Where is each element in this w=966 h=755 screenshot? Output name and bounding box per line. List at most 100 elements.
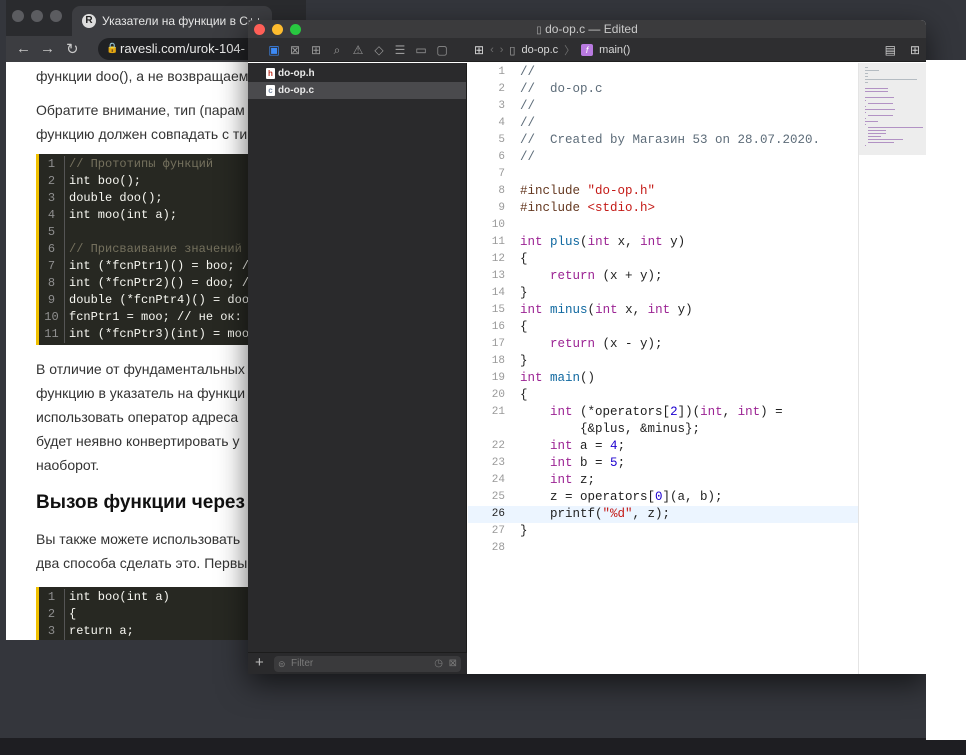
code-line[interactable]: 10 xyxy=(468,217,858,234)
folder-icon[interactable]: ▣ xyxy=(268,43,280,57)
line-number: 27 xyxy=(491,525,505,537)
code-line[interactable]: 23 int b = 5; xyxy=(468,455,858,472)
code-line[interactable]: 8 #include "do-op.h" xyxy=(468,183,858,200)
line-number: 17 xyxy=(491,338,505,350)
browser-minimize-button[interactable] xyxy=(31,10,43,22)
code-line[interactable]: 11 int plus(int x, int y) xyxy=(468,234,858,251)
minimap-line xyxy=(868,133,887,134)
code-line[interactable]: 21 int (*operators[2])(int, int) = {&plu… xyxy=(468,404,858,438)
minimap-line xyxy=(865,121,878,122)
minimap-line xyxy=(865,100,867,101)
code-line[interactable]: 25 z = operators[0](a, b); xyxy=(468,489,858,506)
x-square-icon[interactable]: ⊠ xyxy=(289,43,301,57)
minimap[interactable] xyxy=(858,63,926,674)
code-line[interactable]: 22 int a = 4; xyxy=(468,438,858,455)
line-number: 16 xyxy=(491,321,505,333)
filter-placeholder: Filter xyxy=(291,658,314,669)
zoom-button[interactable] xyxy=(290,24,301,35)
minimap-line xyxy=(865,67,868,68)
diamond-icon[interactable]: ◇ xyxy=(373,43,385,57)
line-number: 24 xyxy=(491,474,505,486)
minimap-line xyxy=(865,88,889,89)
code-line[interactable]: 15 int minus(int x, int y) xyxy=(468,302,858,319)
line-number: 1 xyxy=(498,66,505,78)
add-editor-icon[interactable]: ⊞ xyxy=(910,43,920,57)
add-icon[interactable]: + xyxy=(255,654,264,671)
line-number: 9 xyxy=(498,202,505,214)
code-line[interactable]: 13 return (x + y); xyxy=(468,268,858,285)
minimap-line xyxy=(868,115,893,116)
line-number: 28 xyxy=(491,542,505,554)
close-button[interactable] xyxy=(254,24,265,35)
code-line[interactable]: 20 { xyxy=(468,387,858,404)
code-line[interactable]: 9 #include <stdio.h> xyxy=(468,200,858,217)
minimap-line xyxy=(868,130,887,131)
code-line[interactable]: 7 xyxy=(468,166,858,183)
code-line-number: 8 xyxy=(39,275,65,292)
code-line-number: 6 xyxy=(39,241,65,258)
line-number: 7 xyxy=(498,168,505,180)
tag-icon[interactable]: ▭ xyxy=(415,43,427,57)
file-row-do-op-c[interactable]: c do-op.c xyxy=(248,82,466,99)
jumpbar-file[interactable]: do-op.c xyxy=(521,44,558,56)
forward-chevron-icon[interactable]: › xyxy=(500,44,504,56)
code-line[interactable]: 1 // xyxy=(468,64,858,81)
code-line[interactable]: 5 // Created by Магазин 53 on 28.07.2020. xyxy=(468,132,858,149)
code-line[interactable]: 12 { xyxy=(468,251,858,268)
forward-arrow-icon[interactable]: → xyxy=(40,40,55,57)
line-number: 8 xyxy=(498,185,505,197)
code-line[interactable]: 3 // xyxy=(468,98,858,115)
line-number: 13 xyxy=(491,270,505,282)
code-line[interactable]: 4 // xyxy=(468,115,858,132)
code-line[interactable]: 18} xyxy=(468,353,858,370)
minimap-line xyxy=(868,136,882,137)
current-code-line[interactable]: 26 printf("%d", z); xyxy=(468,506,858,523)
code-line[interactable]: 17 return (x - y); xyxy=(468,336,858,353)
recent-icon[interactable]: ◷ xyxy=(434,656,443,672)
search-icon[interactable]: ⌕ xyxy=(331,43,343,58)
reload-icon[interactable]: ↻ xyxy=(66,40,79,58)
line-number: 5 xyxy=(498,134,505,146)
back-chevron-icon[interactable]: ‹ xyxy=(490,44,494,56)
code-line[interactable]: 19 int main() xyxy=(468,370,858,387)
line-number: 18 xyxy=(491,355,505,367)
grid-icon[interactable]: ⊞ xyxy=(474,43,484,57)
browser-tab[interactable]: R Указатели на функции в C++ xyxy=(72,6,272,36)
code-line[interactable]: 14} xyxy=(468,285,858,302)
warning-icon[interactable]: ⚠ xyxy=(352,43,364,57)
browser-close-button[interactable] xyxy=(12,10,24,22)
code-line-text: int (*fcnPtr2)() = doo; // xyxy=(69,276,257,290)
code-line[interactable]: 24 int z; xyxy=(468,472,858,489)
code-text: // Created by Магазин 53 on 28.07.2020. xyxy=(520,133,821,147)
line-number: 15 xyxy=(491,304,505,316)
speech-icon[interactable]: ▢ xyxy=(436,43,448,57)
code-line-text: return a; xyxy=(69,624,134,638)
code-text: } xyxy=(520,354,528,368)
back-arrow-icon[interactable]: ← xyxy=(16,40,31,57)
minimize-button[interactable] xyxy=(272,24,283,35)
line-number: 21 xyxy=(491,406,505,418)
code-line-number: 3 xyxy=(39,623,65,640)
code-line-text: int boo(int a) xyxy=(69,590,170,604)
minimap-line xyxy=(868,127,924,128)
inspector-toggle-icon[interactable]: ▤ xyxy=(885,43,896,57)
filter-input[interactable]: ⊜ Filter ◷ ⊠ xyxy=(274,656,461,672)
code-line-number: 1 xyxy=(39,156,65,173)
line-number: 11 xyxy=(491,236,505,248)
code-text: { xyxy=(520,320,528,334)
minimap-line xyxy=(865,91,889,92)
source-control-filter-icon[interactable]: ⊠ xyxy=(449,656,457,672)
code-line[interactable]: 28 xyxy=(468,540,858,557)
list-icon[interactable]: ☰ xyxy=(394,43,406,57)
header-file-icon: h xyxy=(266,68,275,79)
code-line[interactable]: 6 // xyxy=(468,149,858,166)
jumpbar-function[interactable]: main() xyxy=(599,44,630,56)
code-line[interactable]: 16 { xyxy=(468,319,858,336)
file-row-do-op-h[interactable]: h do-op.h xyxy=(248,65,466,82)
code-line-text: int (*fcnPtr3)(int) = moo; xyxy=(69,327,257,341)
hierarchy-icon[interactable]: ⊞ xyxy=(310,43,322,57)
source-editor[interactable]: 1 // 2 // do-op.c 3 // 4 // 5 // Created by Магаз… xyxy=(468,63,858,674)
code-line[interactable]: 2 // do-op.c xyxy=(468,81,858,98)
code-line[interactable]: 27} xyxy=(468,523,858,540)
browser-zoom-button[interactable] xyxy=(50,10,62,22)
